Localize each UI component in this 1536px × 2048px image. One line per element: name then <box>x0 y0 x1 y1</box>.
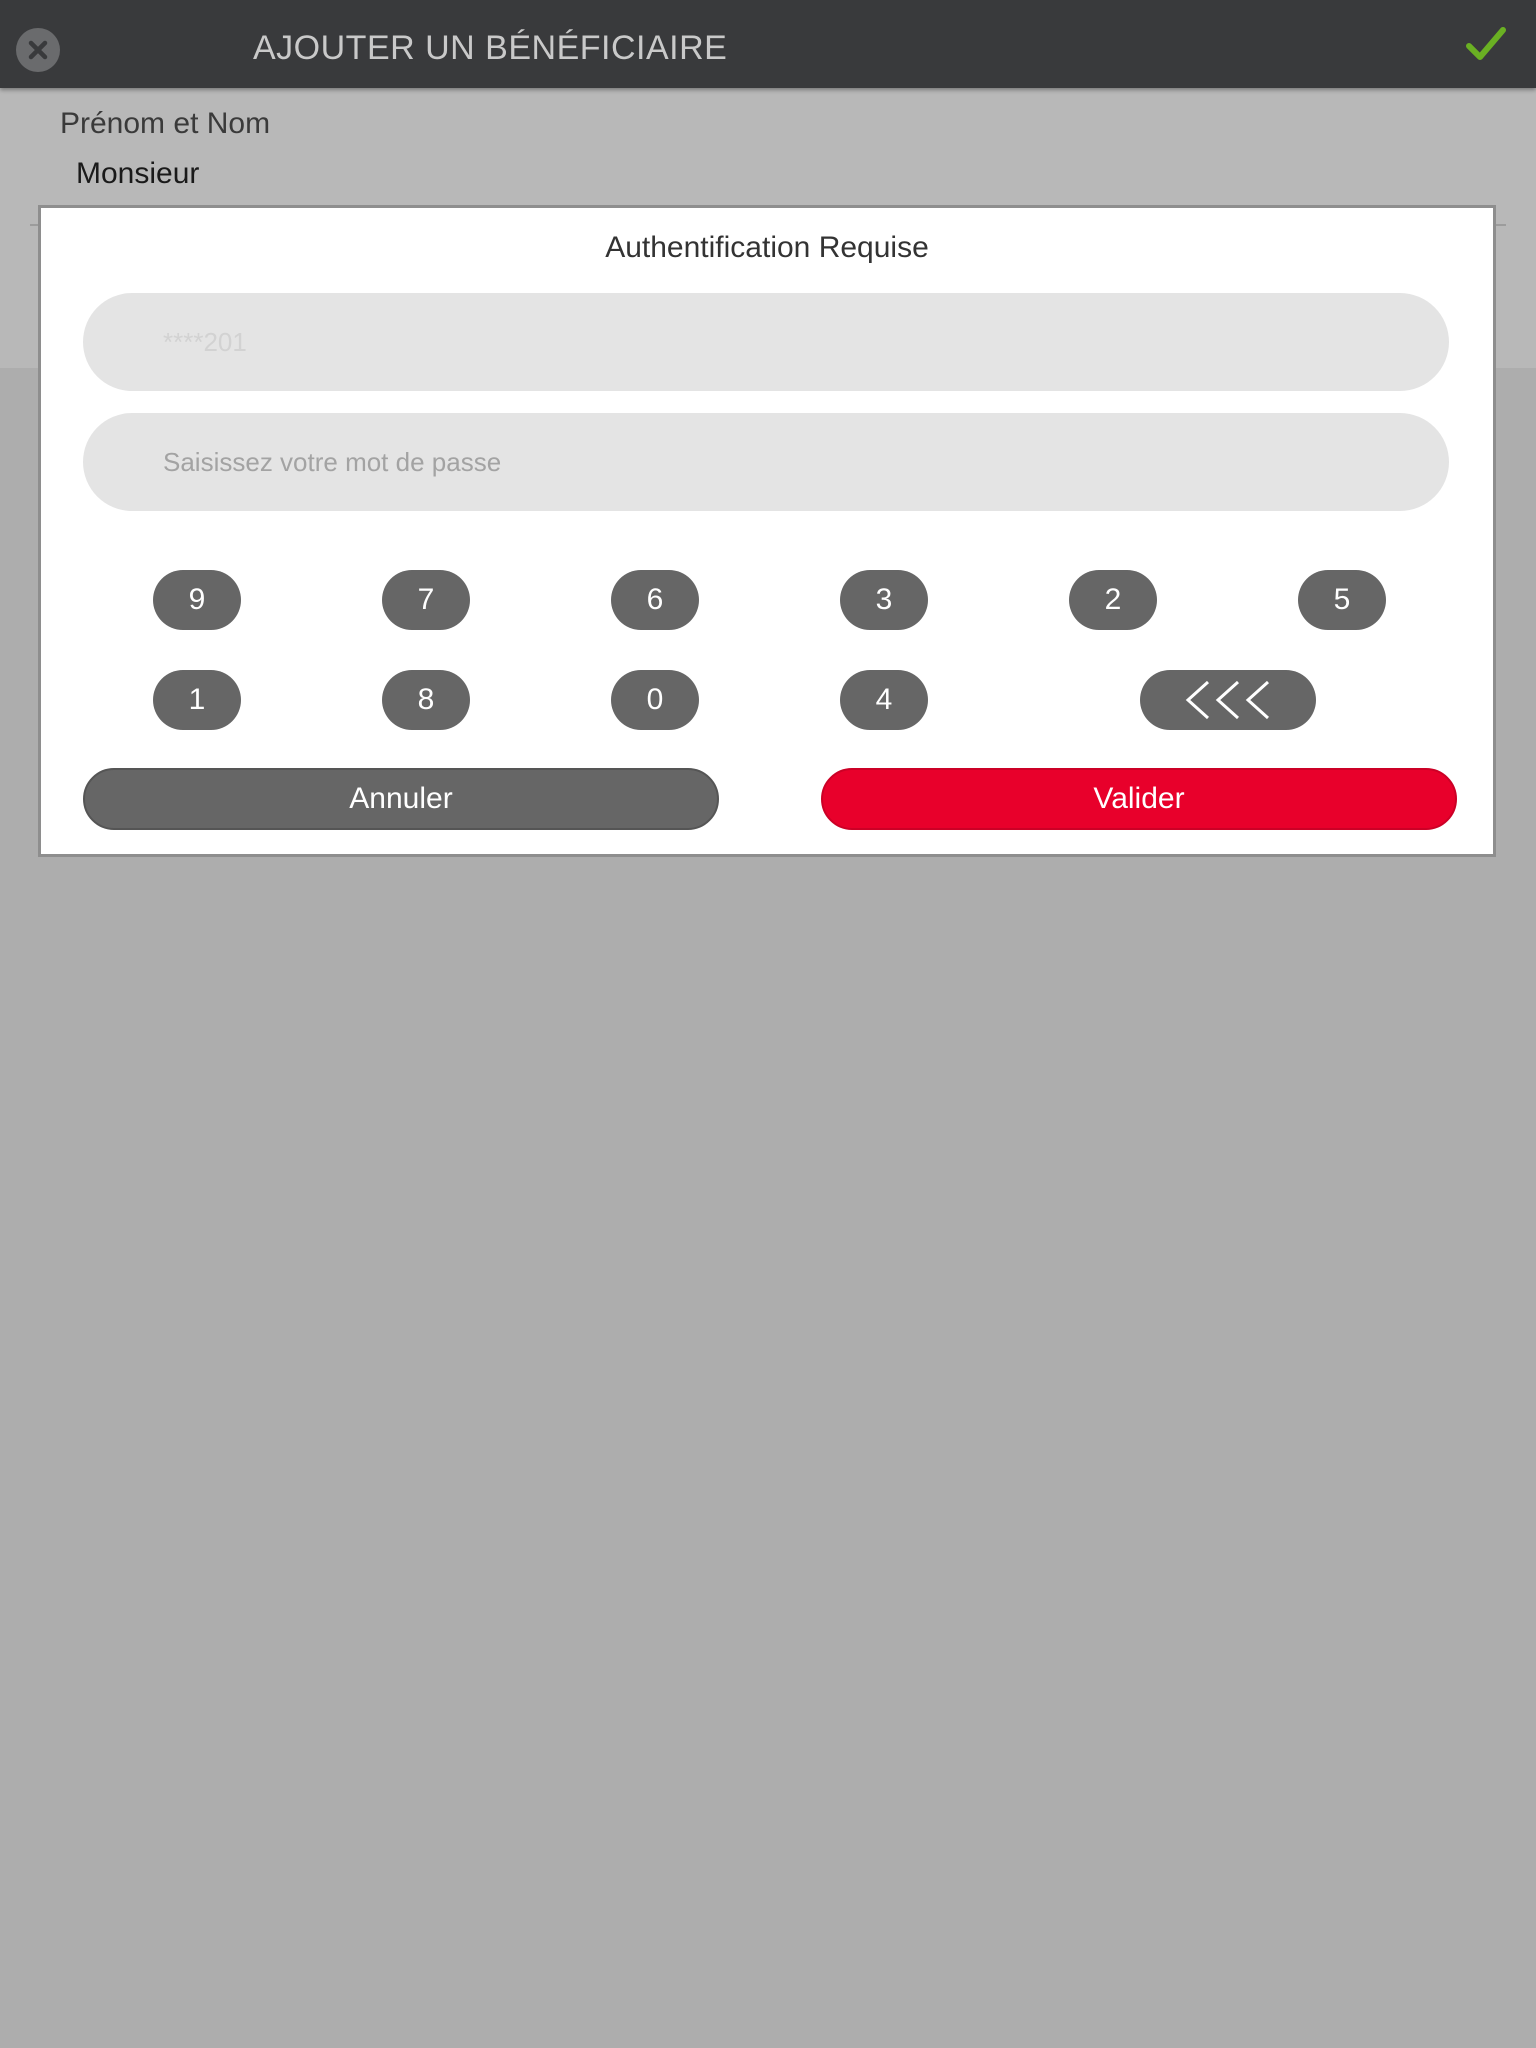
close-circle-icon <box>28 40 48 60</box>
keypad-key[interactable]: 1 <box>153 670 241 730</box>
dialog-title: Authentification Requise <box>605 231 929 264</box>
page-title: AJOUTER UN BÉNÉFICIAIRE <box>253 29 728 67</box>
keypad-key[interactable]: 6 <box>611 570 699 630</box>
keypad-key[interactable]: 4 <box>840 670 928 730</box>
backspace-button[interactable] <box>1140 670 1316 730</box>
keypad-key[interactable]: 7 <box>382 570 470 630</box>
close-button[interactable] <box>16 28 60 72</box>
name-field-value[interactable]: Monsieur <box>76 154 199 194</box>
screen: AJOUTER UN BÉNÉFICIAIRE Prénom et Nom Mo… <box>0 0 1536 2048</box>
confirm-button[interactable] <box>1464 22 1508 66</box>
checkmark-icon <box>1466 27 1506 60</box>
name-field-label: Prénom et Nom <box>60 107 271 140</box>
password-input[interactable] <box>83 413 1449 511</box>
keypad-key[interactable]: 0 <box>611 670 699 730</box>
keypad-key[interactable]: 5 <box>1298 570 1386 630</box>
authentication-dialog: Authentification Requise 9 7 6 3 2 5 1 8… <box>38 205 1496 857</box>
keypad-key[interactable]: 8 <box>382 670 470 730</box>
keypad-key[interactable]: 3 <box>840 570 928 630</box>
backspace-chevrons-icon <box>1185 680 1270 720</box>
keypad-key[interactable]: 9 <box>153 570 241 630</box>
keypad-key[interactable]: 2 <box>1069 570 1157 630</box>
cancel-button[interactable]: Annuler <box>83 768 719 830</box>
top-app-bar: AJOUTER UN BÉNÉFICIAIRE <box>0 0 1536 88</box>
identifier-input[interactable] <box>83 293 1449 391</box>
validate-button[interactable]: Valider <box>821 768 1457 830</box>
